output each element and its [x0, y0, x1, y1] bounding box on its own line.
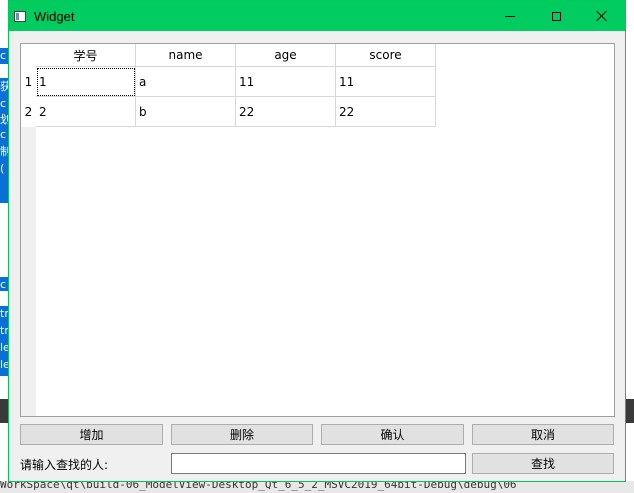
close-button[interactable]	[579, 1, 625, 31]
search-input[interactable]	[171, 453, 466, 474]
background-console-text: WorkSpace\qt\build-06_ModelView-Desktop_…	[0, 481, 634, 493]
table-cell[interactable]: 22	[336, 97, 436, 127]
maximize-icon	[551, 11, 561, 21]
maximize-button[interactable]	[533, 1, 579, 31]
student-table[interactable]: 学号 name age score 1 2 1 a 11 11 2 b 22 2…	[20, 43, 615, 417]
table-corner-button[interactable]	[21, 44, 36, 67]
search-button[interactable]: 查找	[472, 453, 614, 474]
widget-window: Widget 学号 name age score 1 2 1 a 11 11 2…	[8, 0, 626, 482]
bg-dark-stripe	[626, 399, 634, 423]
table-cell[interactable]: a	[136, 67, 236, 97]
cancel-button[interactable]: 取消	[472, 424, 614, 445]
column-header-id[interactable]: 学号	[36, 44, 136, 67]
table-cell[interactable]: 22	[236, 97, 336, 127]
confirm-button[interactable]: 确认	[321, 424, 464, 445]
add-button[interactable]: 增加	[20, 424, 163, 445]
minimize-icon	[505, 15, 515, 17]
table-cell[interactable]: 1	[36, 67, 136, 97]
search-label: 请输入查找的人:	[20, 458, 109, 472]
title-bar[interactable]: Widget	[9, 1, 625, 31]
table-cell[interactable]: 11	[336, 67, 436, 97]
table-cell[interactable]: 11	[236, 67, 336, 97]
window-title: Widget	[34, 8, 75, 24]
row-header[interactable]: 1	[21, 67, 36, 97]
delete-button[interactable]: 删除	[171, 424, 313, 445]
row-header[interactable]: 2	[21, 97, 36, 127]
table-cell[interactable]: b	[136, 97, 236, 127]
minimize-button[interactable]	[487, 1, 533, 31]
close-icon	[596, 10, 608, 22]
app-window-icon	[14, 10, 26, 22]
column-header-name[interactable]: name	[136, 44, 236, 67]
bg-dark-stripe	[0, 399, 8, 423]
column-header-score[interactable]: score	[336, 44, 436, 67]
table-cell[interactable]: 2	[36, 97, 136, 127]
column-header-age[interactable]: age	[236, 44, 336, 67]
